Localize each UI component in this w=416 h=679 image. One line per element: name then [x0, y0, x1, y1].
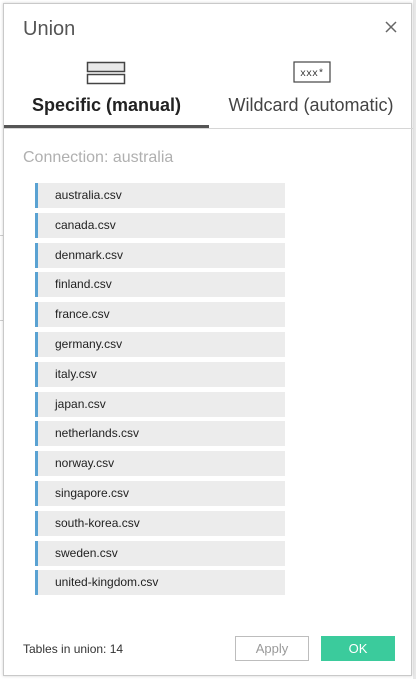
- union-dialog: Union Specific (manual) xxx* Wildcard (a…: [3, 3, 413, 676]
- wildcard-icon-text: xxx*: [300, 68, 324, 80]
- connection-label: Connection: australia: [23, 149, 174, 166]
- file-item[interactable]: singapore.csv: [35, 480, 285, 506]
- file-item[interactable]: australia.csv: [35, 183, 285, 208]
- file-item[interactable]: italy.csv: [35, 361, 285, 387]
- file-item[interactable]: norway.csv: [35, 451, 285, 477]
- file-item[interactable]: france.csv: [35, 302, 285, 328]
- tab-wildcard-label: Wildcard (automatic): [228, 95, 394, 115]
- file-item[interactable]: finland.csv: [35, 272, 285, 298]
- wildcard-icon: xxx*: [293, 61, 331, 83]
- file-item[interactable]: canada.csv: [35, 212, 285, 238]
- file-item[interactable]: denmark.csv: [35, 242, 285, 268]
- file-item[interactable]: japan.csv: [35, 391, 285, 417]
- file-item[interactable]: united-kingdom.csv: [35, 570, 285, 596]
- close-button[interactable]: [383, 19, 399, 35]
- union-file-list: australia.csv canada.csv denmark.csv fin…: [35, 183, 285, 600]
- file-item[interactable]: germany.csv: [35, 331, 285, 357]
- dialog-title: Union: [23, 18, 76, 40]
- ok-button[interactable]: OK: [321, 636, 395, 661]
- union-mode-tabs: Specific (manual) xxx* Wildcard (automat…: [4, 54, 413, 129]
- close-icon: [385, 21, 397, 33]
- tab-wildcard-automatic[interactable]: xxx* Wildcard (automatic): [209, 54, 413, 129]
- tables-in-union-count: Tables in union: 14: [23, 642, 124, 656]
- apply-button[interactable]: Apply: [235, 636, 309, 661]
- file-item[interactable]: netherlands.csv: [35, 421, 285, 447]
- file-item[interactable]: south-korea.csv: [35, 510, 285, 536]
- table-list-icon: [86, 61, 126, 85]
- file-item[interactable]: sweden.csv: [35, 540, 285, 566]
- tab-specific-manual[interactable]: Specific (manual): [4, 54, 209, 129]
- tab-specific-label: Specific (manual): [31, 95, 182, 115]
- tabs-divider: [4, 128, 413, 129]
